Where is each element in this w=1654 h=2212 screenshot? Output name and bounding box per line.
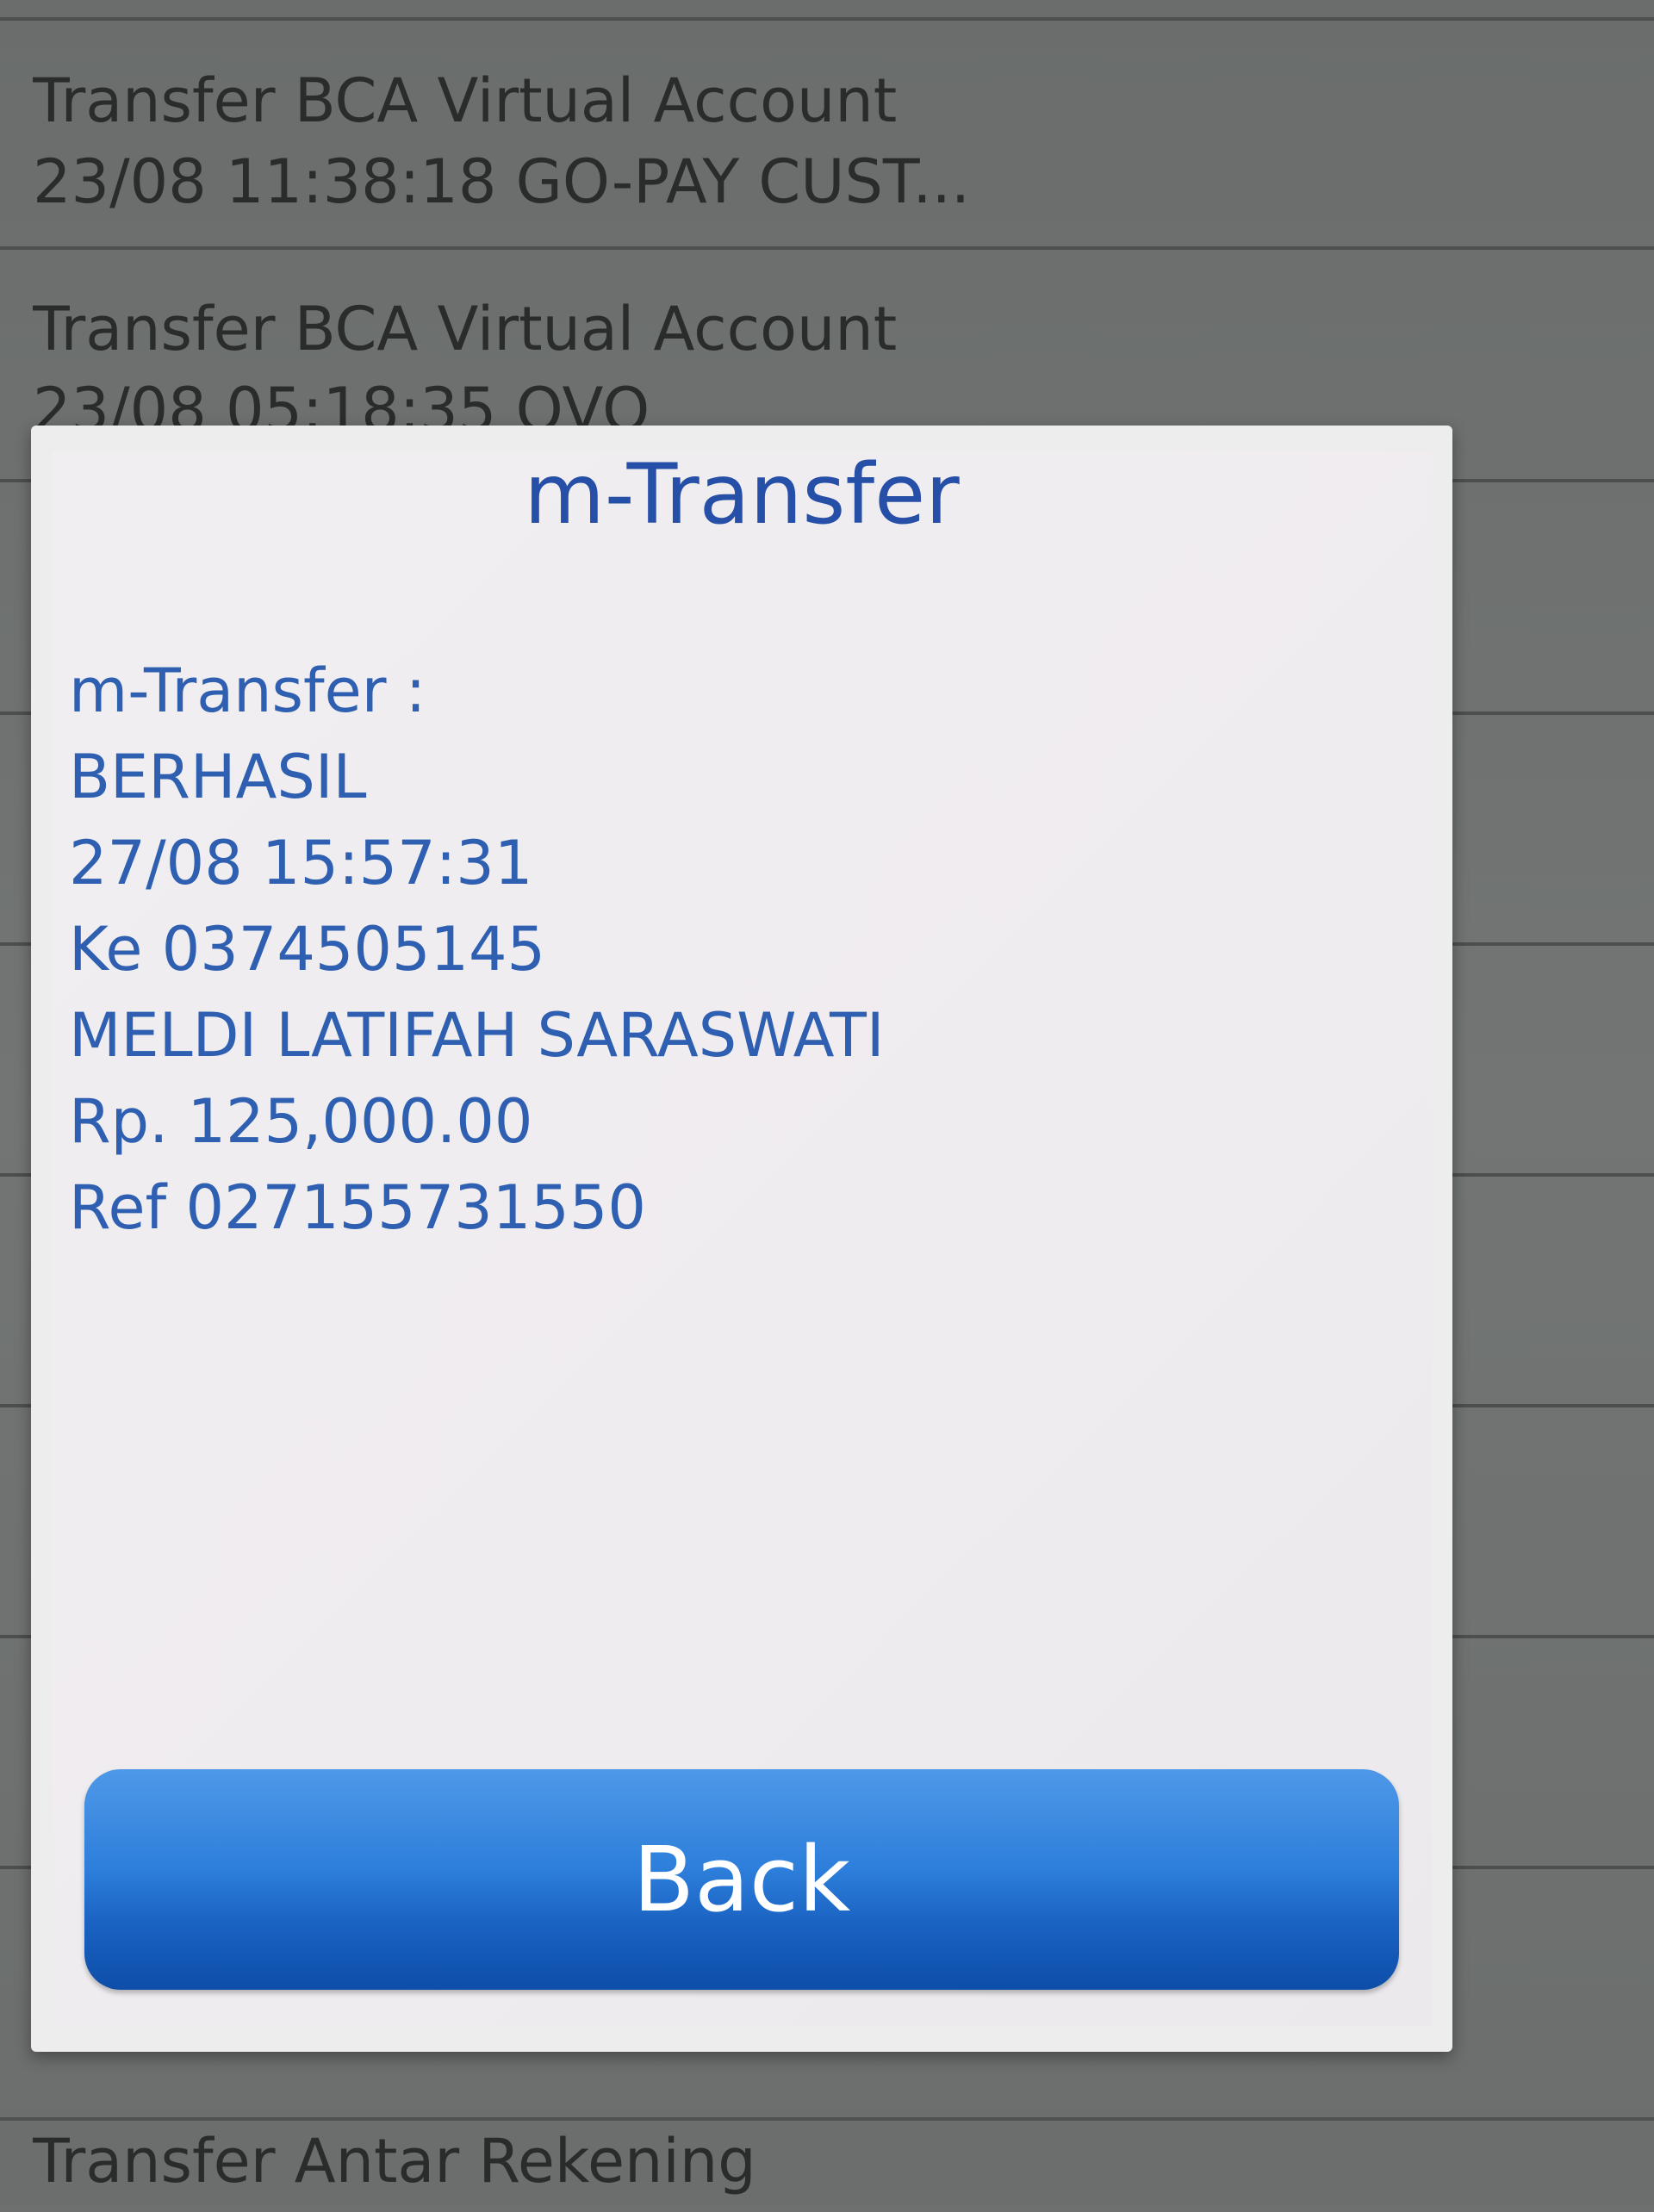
transfer-status: BERHASIL bbox=[69, 742, 367, 812]
transfer-amount: Rp. 125,000.00 bbox=[69, 1086, 533, 1157]
list-item-title: Transfer Antar Rekening bbox=[33, 2126, 756, 2196]
reference-number: Ref 027155731550 bbox=[69, 1172, 646, 1243]
message-header: m-Transfer : bbox=[69, 656, 426, 726]
transfer-result-message: m-Transfer : BERHASIL 27/08 15:57:31 Ke … bbox=[69, 648, 884, 1251]
list-item-title: Transfer BCA Virtual Account bbox=[33, 65, 898, 136]
list-item-title: Transfer BCA Virtual Account bbox=[33, 294, 898, 364]
destination-account: Ke 0374505145 bbox=[69, 914, 546, 985]
list-divider bbox=[0, 17, 1654, 21]
list-item-subtitle: 23/08 11:38:18 GO-PAY CUST... bbox=[33, 146, 971, 217]
recipient-name: MELDI LATIFAH SARASWATI bbox=[69, 1000, 885, 1071]
back-button[interactable]: Back bbox=[84, 1769, 1399, 1990]
transfer-datetime: 27/08 15:57:31 bbox=[69, 828, 533, 898]
list-item-transfer-gopay[interactable]: Transfer BCA Virtual Account 23/08 11:38… bbox=[0, 60, 1654, 250]
dialog-title: m-Transfer bbox=[524, 446, 960, 543]
list-item-transfer-antar-rekening[interactable]: Transfer Antar Rekening bbox=[0, 2117, 1654, 2212]
